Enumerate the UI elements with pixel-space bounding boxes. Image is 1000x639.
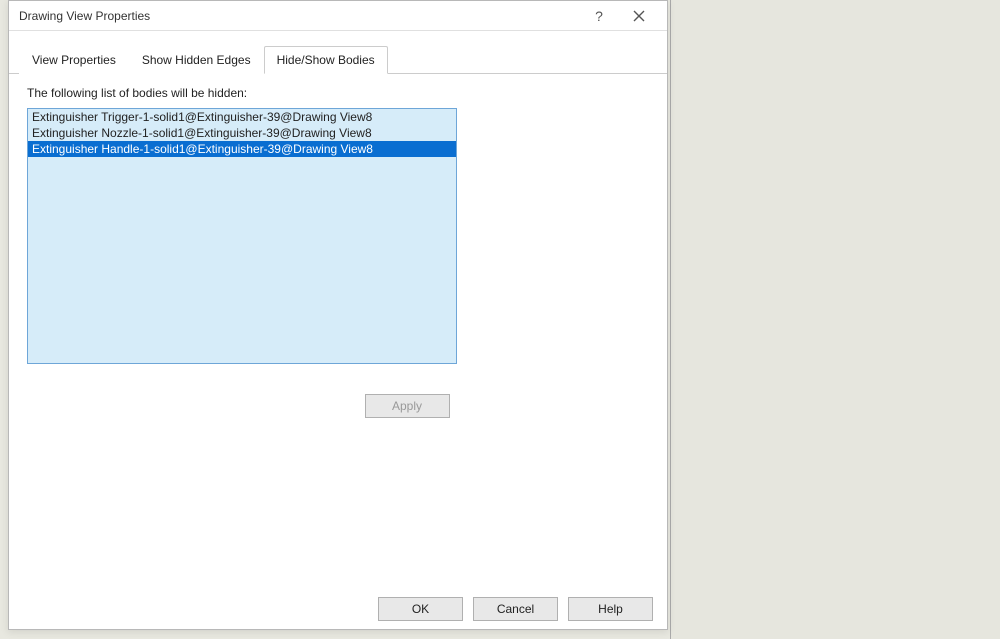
close-icon[interactable] (619, 2, 659, 30)
hidden-bodies-prompt: The following list of bodies will be hid… (27, 86, 649, 100)
hidden-bodies-listbox[interactable]: Extinguisher Trigger-1-solid1@Extinguish… (27, 108, 457, 364)
help-button[interactable]: Help (568, 597, 653, 621)
dialog-title: Drawing View Properties (19, 9, 579, 23)
ok-button[interactable]: OK (378, 597, 463, 621)
list-item[interactable]: Extinguisher Trigger-1-solid1@Extinguish… (28, 109, 456, 125)
drawing-view-properties-dialog: Drawing View Properties ? View Propertie… (8, 0, 668, 630)
dialog-footer: OK Cancel Help (378, 597, 653, 621)
drawing-canvas[interactable]: 13 (670, 0, 1000, 639)
titlebar[interactable]: Drawing View Properties ? (9, 1, 667, 31)
apply-button[interactable]: Apply (365, 394, 450, 418)
list-item[interactable]: Extinguisher Nozzle-1-solid1@Extinguishe… (28, 125, 456, 141)
tab-view-properties[interactable]: View Properties (19, 46, 129, 74)
tab-show-hidden-edges[interactable]: Show Hidden Edges (129, 46, 264, 74)
tab-bar: View Properties Show Hidden Edges Hide/S… (9, 31, 667, 74)
list-item[interactable]: Extinguisher Handle-1-solid1@Extinguishe… (28, 141, 456, 157)
cancel-button[interactable]: Cancel (473, 597, 558, 621)
tab-hide-show-bodies[interactable]: Hide/Show Bodies (264, 46, 388, 74)
help-icon[interactable]: ? (579, 2, 619, 30)
